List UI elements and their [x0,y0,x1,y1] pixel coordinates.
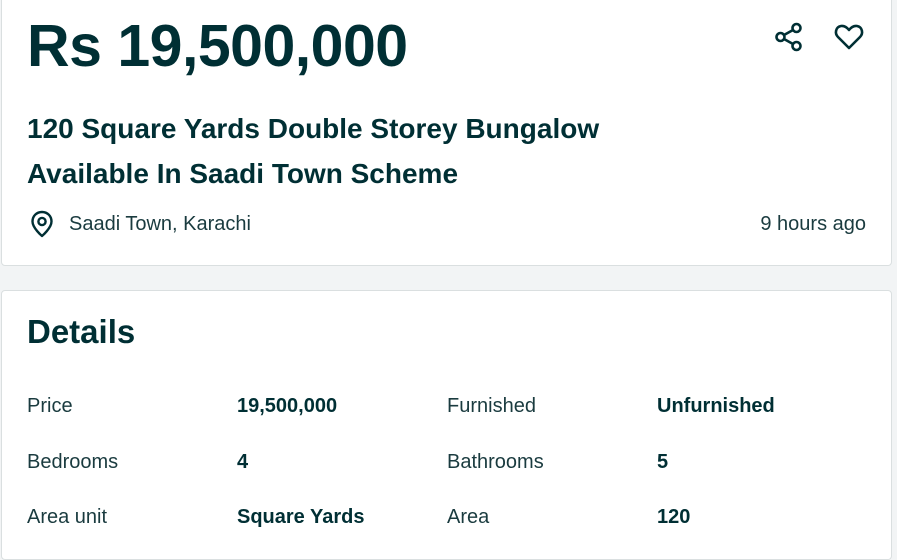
listing-title-line-2: Available In Saadi Town Scheme [27,158,459,189]
listing-title-line-1: 120 Square Yards Double Storey Bungalow [27,113,600,144]
listing-price: Rs 19,500,000 [27,13,408,79]
listing-actions [773,21,865,53]
heart-icon [834,24,864,50]
listing-title: 120 Square Yards Double Storey Bungalow … [27,106,727,196]
detail-label-area: Area [447,506,490,529]
posted-time: 9 hours ago [760,213,866,235]
location-pin-icon [31,210,53,238]
share-button[interactable] [773,21,805,53]
share-icon [775,22,802,52]
details-heading: Details [27,313,136,350]
detail-label-price: Price [27,395,73,418]
location-text: Saadi Town, Karachi [69,212,251,235]
details-row: Price 19,500,000 Furnished Unfurnished [27,379,867,435]
detail-value-furnished: Unfurnished [657,395,775,418]
detail-label-bedrooms: Bedrooms [27,450,119,473]
details-grid: Price 19,500,000 Furnished Unfurnished B… [27,379,867,546]
detail-value-area-unit: Square Yards [237,506,365,529]
listing-summary-card: Rs 19,500,000 120 Square Yards Double St… [1,0,892,266]
detail-label-area-unit: Area unit [27,506,108,529]
details-row: Bedrooms 4 Bathrooms 5 [27,435,867,491]
listing-location: Saadi Town, Karachi [29,210,251,238]
details-row: Area unit Square Yards Area 120 [27,490,867,546]
detail-label-bathrooms: Bathrooms [447,450,544,473]
detail-value-area: 120 [657,506,691,529]
detail-label-furnished: Furnished [447,395,536,418]
details-card: Details Price 19,500,000 Furnished Unfur… [1,290,892,560]
detail-value-price: 19,500,000 [237,395,338,418]
detail-value-bathrooms: 5 [657,450,669,473]
favorite-button[interactable] [833,21,865,53]
detail-value-bedrooms: 4 [237,450,249,473]
